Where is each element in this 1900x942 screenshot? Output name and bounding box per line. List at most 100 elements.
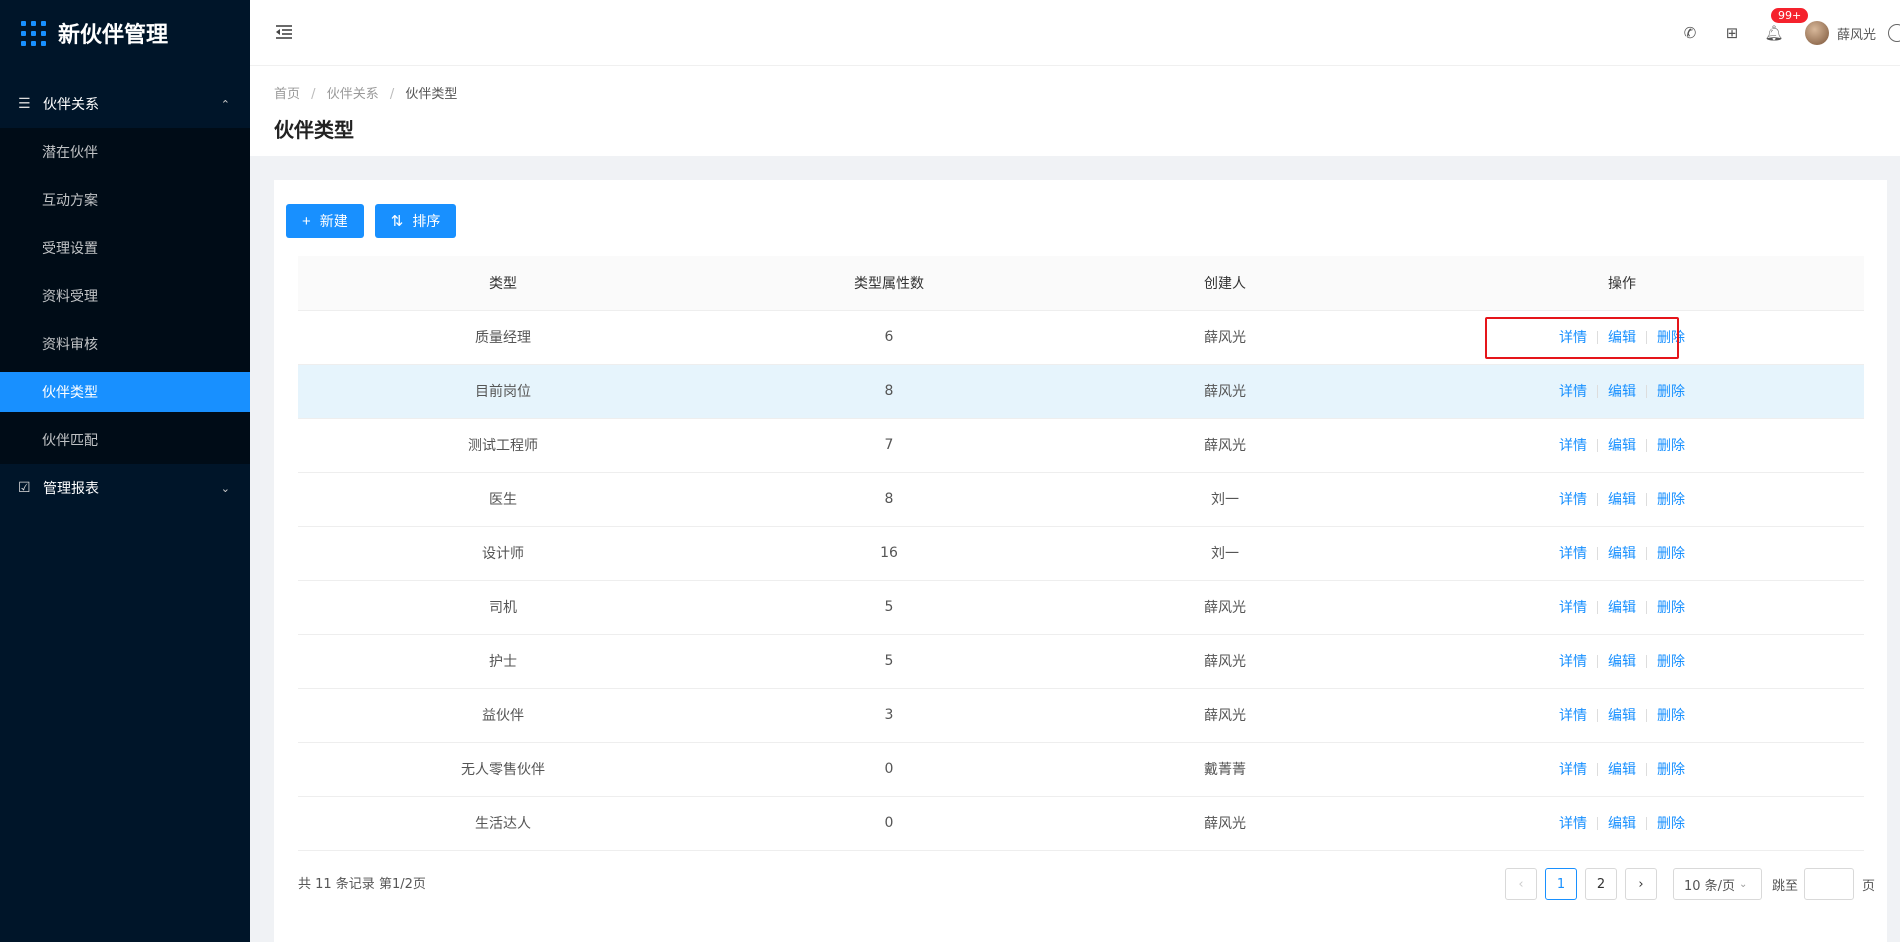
breadcrumb: 首页 / 伙伴关系 / 伙伴类型 [274, 83, 1900, 102]
cell-creator: 薛风光 [1070, 634, 1380, 689]
sidebar-item-interaction-plan[interactable]: 互动方案 [0, 176, 250, 224]
page-1-button[interactable]: 1 [1544, 868, 1577, 900]
apps-icon[interactable]: ⊞ [1721, 22, 1743, 44]
detail-link[interactable]: 详情 [1559, 813, 1587, 833]
menu-group-management-reports[interactable]: ☑ 管理报表 ⌄ [0, 464, 250, 512]
page-unit-label: 页 [1861, 878, 1875, 894]
breadcrumb-current: 伙伴类型 [405, 87, 458, 102]
delete-link[interactable]: 删除 [1657, 651, 1685, 671]
delete-link[interactable]: 删除 [1657, 597, 1685, 617]
logo[interactable]: 新伙伴管理 [0, 0, 250, 66]
jump-label: 跳至 [1771, 878, 1798, 894]
menu-fold-icon[interactable] [274, 22, 294, 42]
edit-link[interactable]: 编辑 [1608, 327, 1636, 347]
chevron-down-icon: ⌄ [220, 481, 230, 495]
action-divider [1646, 384, 1647, 398]
sidebar-item-label: 互动方案 [42, 193, 98, 209]
sidebar-item-document-acceptance[interactable]: 资料受理 [0, 272, 250, 320]
breadcrumb-home[interactable]: 首页 [274, 87, 300, 102]
cell-type: 司机 [298, 580, 708, 635]
action-divider [1646, 330, 1647, 344]
cell-type: 护士 [298, 634, 708, 689]
sidebar-item-label: 伙伴类型 [42, 385, 98, 401]
user-name[interactable]: 薛风光 [1837, 24, 1876, 43]
new-button[interactable]: + 新建 [286, 204, 364, 238]
cell-type: 益伙伴 [298, 688, 708, 743]
delete-link[interactable]: 删除 [1657, 705, 1685, 725]
sidebar-item-acceptance-settings[interactable]: 受理设置 [0, 224, 250, 272]
edit-link[interactable]: 编辑 [1608, 813, 1636, 833]
cell-type: 生活达人 [298, 796, 708, 851]
app-title: 新伙伴管理 [58, 23, 169, 48]
cell-creator: 薛风光 [1070, 688, 1380, 743]
page-2-button[interactable]: 2 [1584, 868, 1617, 900]
action-divider [1646, 816, 1647, 830]
cell-actions: 详情 编辑 删除 [1380, 310, 1864, 365]
delete-link[interactable]: 删除 [1657, 543, 1685, 563]
table-row: 测试工程师 7 薛风光 详情 编辑 删除 [298, 418, 1864, 473]
edit-link[interactable]: 编辑 [1608, 597, 1636, 617]
edit-link[interactable]: 编辑 [1608, 381, 1636, 401]
detail-link[interactable]: 详情 [1559, 327, 1587, 347]
page-size-value: 10 条/页 [1683, 878, 1736, 894]
cell-creator: 刘一 [1070, 526, 1380, 581]
edit-link[interactable]: 编辑 [1608, 651, 1636, 671]
page-size-select[interactable]: 10 条/页 ⌄ [1672, 868, 1762, 900]
edit-link[interactable]: 编辑 [1608, 435, 1636, 455]
jump-page-input[interactable] [1803, 868, 1854, 900]
table-row: 司机 5 薛风光 详情 编辑 删除 [298, 580, 1864, 635]
sidebar-item-partner-matching[interactable]: 伙伴匹配 [0, 416, 250, 464]
detail-link[interactable]: 详情 [1559, 651, 1587, 671]
detail-link[interactable]: 详情 [1559, 543, 1587, 563]
detail-link[interactable]: 详情 [1559, 597, 1587, 617]
detail-link[interactable]: 详情 [1559, 381, 1587, 401]
table-row: 护士 5 薛风光 详情 编辑 删除 [298, 634, 1864, 689]
breadcrumb-separator: / [311, 87, 316, 102]
sidebar-item-label: 资料审核 [42, 337, 98, 353]
detail-link[interactable]: 详情 [1559, 759, 1587, 779]
page-header: 首页 / 伙伴关系 / 伙伴类型 伙伴类型 [250, 66, 1900, 156]
edit-link[interactable]: 编辑 [1608, 489, 1636, 509]
action-divider [1597, 438, 1598, 452]
menu-group-partner-relations[interactable]: ☰ 伙伴关系 ⌃ [0, 80, 250, 128]
chevron-down-icon: ⌄ [1739, 878, 1748, 890]
table-row: 目前岗位 8 薛风光 详情 编辑 删除 [298, 364, 1864, 419]
bell-icon[interactable]: 🔔︎ 99+ [1763, 8, 1809, 44]
edit-link[interactable]: 编辑 [1608, 543, 1636, 563]
table-row: 医生 8 刘一 详情 编辑 删除 [298, 472, 1864, 527]
cell-type: 目前岗位 [298, 364, 708, 419]
phone-icon[interactable]: ✆ [1679, 22, 1701, 44]
cell-creator: 薛风光 [1070, 580, 1380, 635]
edit-link[interactable]: 编辑 [1608, 759, 1636, 779]
detail-link[interactable]: 详情 [1559, 435, 1587, 455]
delete-link[interactable]: 删除 [1657, 381, 1685, 401]
globe-icon[interactable] [1888, 24, 1900, 42]
sidebar-item-document-review[interactable]: 资料审核 [0, 320, 250, 368]
cell-attr-count: 0 [708, 742, 1070, 797]
delete-link[interactable]: 删除 [1657, 759, 1685, 779]
detail-link[interactable]: 详情 [1559, 489, 1587, 509]
sort-button[interactable]: ⇅ 排序 [374, 204, 457, 238]
plus-icon: + [302, 212, 311, 230]
notification-badge: 99+ [1770, 8, 1809, 23]
avatar[interactable] [1804, 21, 1829, 45]
delete-link[interactable]: 删除 [1657, 489, 1685, 509]
cell-attr-count: 16 [708, 526, 1070, 581]
action-divider [1597, 330, 1598, 344]
prev-page-button[interactable]: ‹ [1504, 868, 1537, 900]
cell-attr-count: 3 [708, 688, 1070, 743]
table-header-row: 类型 类型属性数 创建人 操作 [298, 256, 1864, 311]
cell-actions: 详情 编辑 删除 [1380, 526, 1864, 581]
edit-link[interactable]: 编辑 [1608, 705, 1636, 725]
next-page-button[interactable]: › [1624, 868, 1657, 900]
sidebar: 新伙伴管理 ☰ 伙伴关系 ⌃ 潜在伙伴 互动方案 受理设置 资料受理 资料审核 … [0, 0, 250, 942]
top-header: ✆ ⊞ 🔔︎ 99+ 薛风光 [250, 0, 1900, 66]
sidebar-item-potential-partners[interactable]: 潜在伙伴 [0, 128, 250, 176]
delete-link[interactable]: 删除 [1657, 435, 1685, 455]
sidebar-item-partner-types[interactable]: 伙伴类型 [0, 372, 250, 412]
detail-link[interactable]: 详情 [1559, 705, 1587, 725]
delete-link[interactable]: 删除 [1657, 813, 1685, 833]
breadcrumb-partner-relations[interactable]: 伙伴关系 [327, 87, 379, 102]
delete-link[interactable]: 删除 [1657, 327, 1685, 347]
sidebar-item-label: 伙伴匹配 [42, 433, 98, 449]
